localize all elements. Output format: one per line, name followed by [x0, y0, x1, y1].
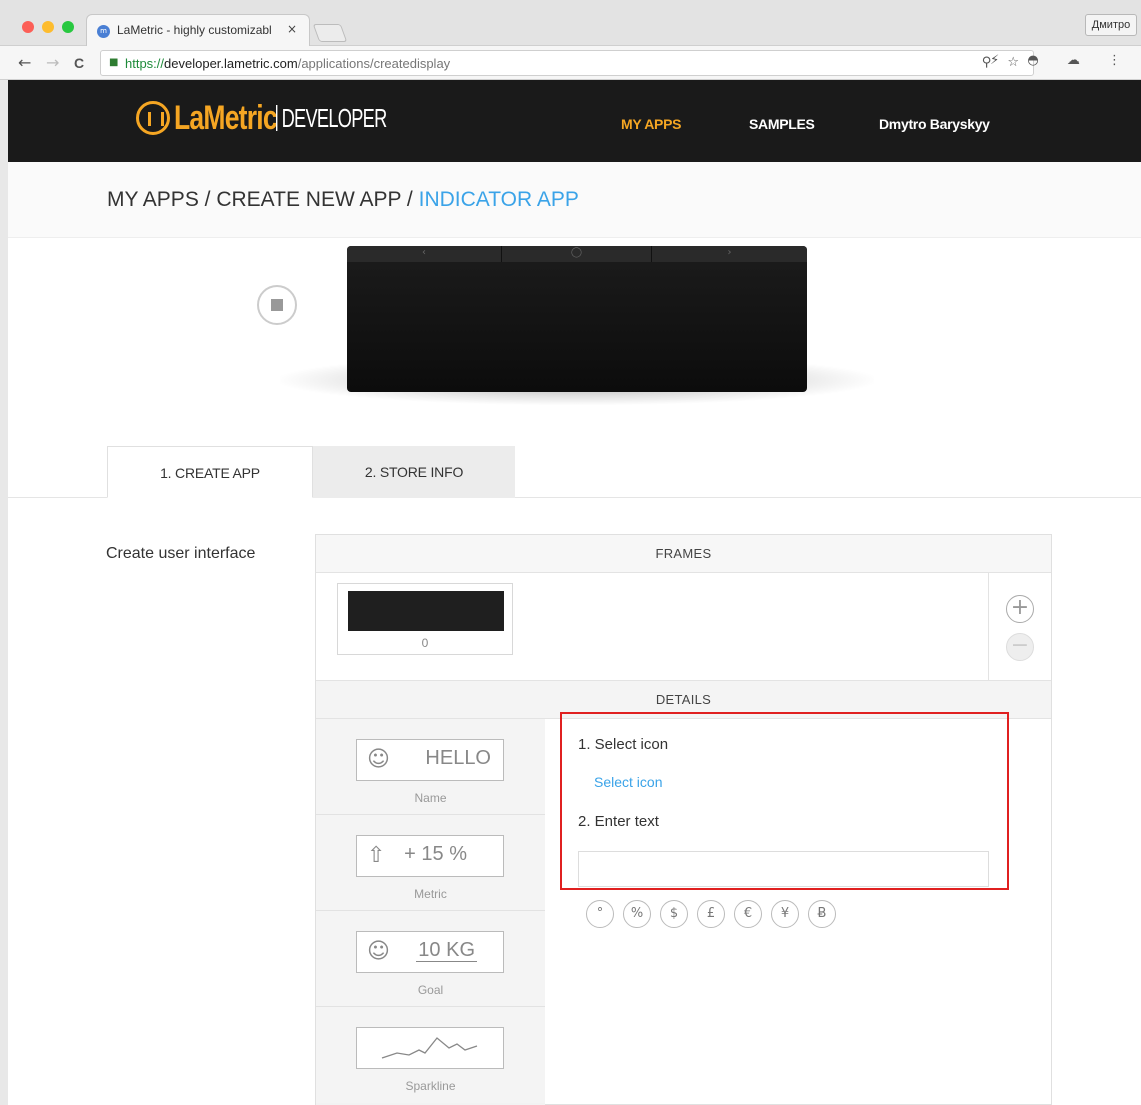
profile-button[interactable]: Дмитро: [1085, 14, 1137, 36]
forward-arrow-icon[interactable]: →: [46, 53, 59, 72]
bitcoin-symbol-button[interactable]: Ƀ: [808, 900, 836, 928]
new-tab-button[interactable]: [312, 24, 348, 42]
enter-text-label: 2. Enter text: [578, 813, 659, 830]
symbol-buttons: ° % $ £ € ¥ Ƀ: [586, 900, 836, 928]
browser-tab-bar: m LaMetric - highly customizabl × Дмитро: [0, 0, 1141, 46]
yen-symbol-button[interactable]: ¥: [771, 900, 799, 928]
tab-create-app[interactable]: 1. CREATE APP: [107, 446, 313, 498]
close-window-button[interactable]: [22, 21, 34, 33]
lametric-logo[interactable]: LaMetric DEVELOPER: [136, 98, 434, 138]
device-left-button[interactable]: ‹: [347, 246, 502, 262]
reload-icon[interactable]: C: [74, 55, 84, 71]
frames-header: FRAMES: [316, 535, 1051, 573]
extension-icons[interactable]: ⚡ ◓ ☁ ⋮: [990, 53, 1133, 68]
euro-symbol-button[interactable]: €: [734, 900, 762, 928]
add-frame-button[interactable]: +: [1006, 595, 1034, 623]
frame-type-sparkline[interactable]: Sparkline: [316, 1007, 545, 1103]
type-preview: ⇧ + 15 %: [356, 835, 504, 877]
section-label: Create user interface: [106, 545, 256, 562]
select-icon-label: 1. Select icon: [578, 736, 669, 753]
frames-area: 0 + −: [316, 573, 1051, 681]
breadcrumb-current: INDICATOR APP: [418, 188, 579, 211]
breadcrumb: MY APPS / CREATE NEW APP / INDICATOR APP: [107, 188, 579, 212]
breadcrumb-path[interactable]: MY APPS / CREATE NEW APP /: [107, 188, 419, 211]
browser-tab[interactable]: m LaMetric - highly customizabl ×: [86, 14, 310, 46]
remove-frame-button[interactable]: −: [1006, 633, 1034, 661]
sparkline-icon: [381, 1037, 478, 1059]
type-preview: ☺ HELLO: [356, 739, 504, 781]
breadcrumb-band: MY APPS / CREATE NEW APP / INDICATOR APP: [8, 162, 1141, 238]
url-input[interactable]: ■ https://developer.lametric.com/applica…: [100, 50, 1034, 76]
frame-screen: [348, 591, 504, 631]
frame-text-input[interactable]: [578, 851, 989, 887]
frame-type-metric[interactable]: ⇧ + 15 % Metric: [316, 815, 545, 911]
nav-samples[interactable]: SAMPLES: [749, 116, 815, 132]
smiley-icon: ☺: [367, 939, 390, 964]
frame-tools: + −: [988, 573, 1051, 681]
frame-type-goal[interactable]: ☺ 10 KG Goal: [316, 911, 545, 1007]
device-center-button[interactable]: ◯: [502, 246, 652, 262]
stop-preview-button[interactable]: [257, 285, 297, 325]
window-edge: [0, 80, 8, 1105]
smiley-icon: ☺: [367, 747, 390, 772]
lock-icon: ■: [109, 57, 119, 68]
lametric-device-preview: ‹ ◯ ›: [347, 246, 807, 392]
url-text: https://developer.lametric.com/applicati…: [125, 56, 451, 71]
address-bar: ← → C ■ https://developer.lametric.com/a…: [0, 46, 1141, 80]
type-preview: ☺ 10 KG: [356, 931, 504, 973]
tab-store-info[interactable]: 2. STORE INFO: [313, 446, 515, 498]
device-right-button[interactable]: ›: [652, 246, 807, 262]
zoom-window-button[interactable]: [62, 21, 74, 33]
nav-user-menu[interactable]: Dmytro Baryskyy: [879, 116, 990, 132]
frame-type-list: ☺ HELLO Name ⇧ + 15 % Metric ☺ 10 KG Goa…: [316, 719, 545, 1105]
type-preview: [356, 1027, 504, 1069]
select-icon-link[interactable]: Select icon: [594, 774, 662, 790]
site-header: LaMetric DEVELOPER MY APPS SAMPLES Dmytr…: [8, 80, 1141, 162]
frame-index: 0: [421, 636, 429, 650]
degree-symbol-button[interactable]: °: [586, 900, 614, 928]
device-buttons: ‹ ◯ ›: [347, 246, 807, 262]
pound-symbol-button[interactable]: £: [697, 900, 725, 928]
back-arrow-icon[interactable]: ←: [18, 53, 31, 72]
tab-close-icon[interactable]: ×: [287, 22, 297, 36]
lametric-logo-icon: [136, 101, 170, 135]
arrow-up-icon: ⇧: [367, 843, 386, 868]
frame-type-name[interactable]: ☺ HELLO Name: [316, 719, 545, 815]
nav-my-apps[interactable]: MY APPS: [621, 116, 681, 132]
favicon-icon: m: [97, 25, 110, 38]
percent-symbol-button[interactable]: %: [623, 900, 651, 928]
minimize-window-button[interactable]: [42, 21, 54, 33]
frame-thumbnail[interactable]: 0: [337, 583, 513, 655]
dollar-symbol-button[interactable]: $: [660, 900, 688, 928]
tab-title: LaMetric - highly customizabl: [117, 23, 272, 37]
